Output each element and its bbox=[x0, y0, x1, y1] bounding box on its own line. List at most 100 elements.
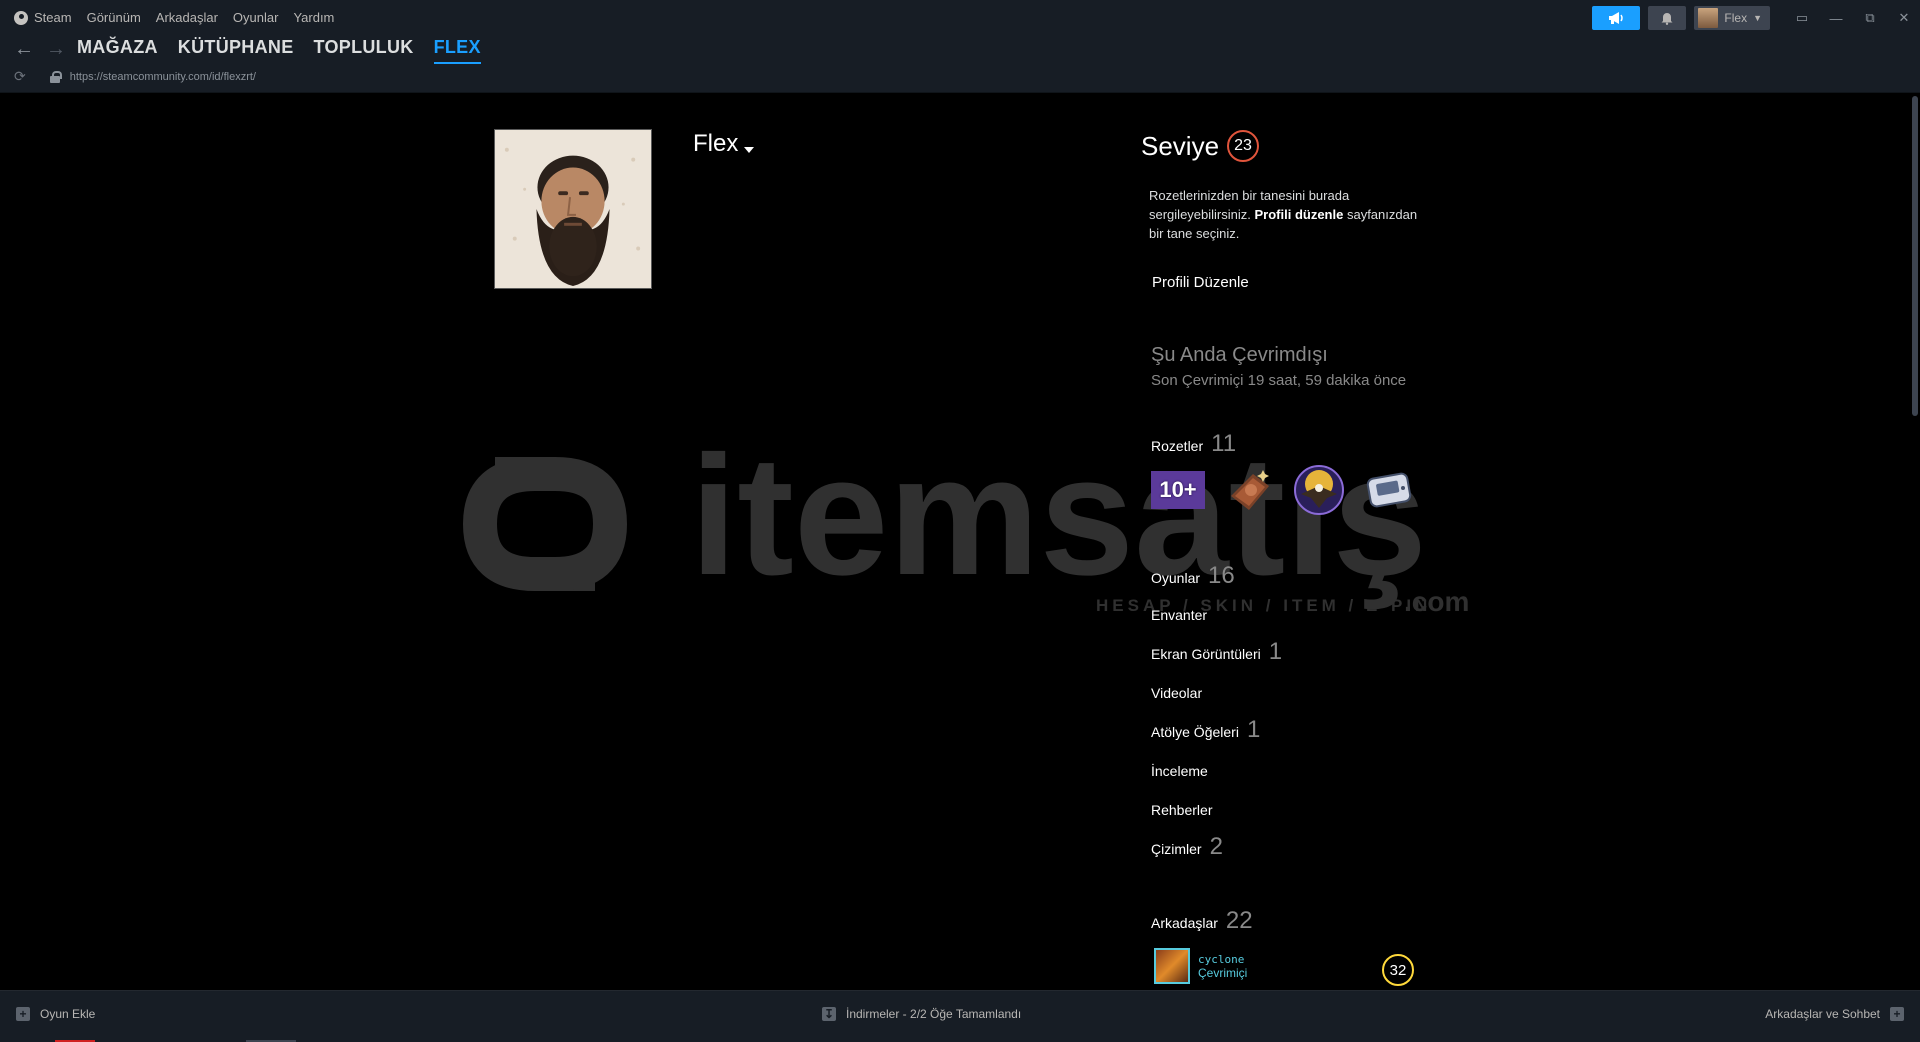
level-badge[interactable]: 23 bbox=[1227, 130, 1260, 162]
persona-name: Flex bbox=[693, 130, 739, 157]
page-scrollbar[interactable] bbox=[1912, 94, 1918, 990]
profile-avatar[interactable] bbox=[494, 129, 652, 289]
badges-link[interactable]: Rozetler 11 bbox=[1151, 430, 1236, 458]
close-button[interactable]: ✕ bbox=[1888, 6, 1920, 30]
friends-link[interactable]: Arkadaşlar 22 bbox=[1151, 907, 1253, 935]
tab-store[interactable]: MAĞAZA bbox=[77, 37, 158, 64]
menu-view[interactable]: Görünüm bbox=[87, 10, 141, 25]
menu-games[interactable]: Oyunlar bbox=[233, 10, 279, 25]
download-icon: ↧ bbox=[822, 1007, 836, 1021]
guides-link[interactable]: Rehberler bbox=[1151, 802, 1212, 818]
url-text[interactable]: https://steamcommunity.com/id/flexzrt/ bbox=[70, 71, 256, 83]
title-bar-controls: Flex ▼ ▭ — ⧉ ✕ bbox=[1592, 6, 1920, 30]
menu-friends[interactable]: Arkadaşlar bbox=[156, 10, 218, 25]
badges-count: 11 bbox=[1211, 430, 1237, 457]
device-badge[interactable] bbox=[1363, 464, 1415, 516]
eagle-badge[interactable] bbox=[1293, 464, 1345, 516]
chocolate-badge[interactable] bbox=[1223, 464, 1275, 516]
friends-icon: + bbox=[1890, 1007, 1904, 1021]
screenshots-label: Ekran Görüntüleri bbox=[1151, 646, 1261, 662]
tab-community[interactable]: TOPLULUK bbox=[314, 37, 414, 64]
caret-down-icon bbox=[744, 147, 755, 153]
menu-steam-label: Steam bbox=[34, 10, 72, 25]
games-count: 16 bbox=[1208, 562, 1235, 589]
screenshots-link[interactable]: Ekran Görüntüleri 1 bbox=[1151, 638, 1282, 666]
watermark-suffix: .com bbox=[1404, 586, 1469, 614]
persona-name-dropdown[interactable]: Flex bbox=[693, 130, 755, 158]
tab-library[interactable]: KÜTÜPHANE bbox=[178, 37, 294, 64]
workshop-link[interactable]: Atölye Öğeleri 1 bbox=[1151, 716, 1260, 744]
years-of-service-badge[interactable]: 10+ bbox=[1151, 471, 1205, 509]
bell-icon bbox=[1661, 12, 1673, 25]
badge-list: 10+ bbox=[1151, 464, 1415, 516]
friend-level-badge: 32 bbox=[1382, 954, 1414, 986]
friend-avatar bbox=[1154, 948, 1190, 984]
notifications-button[interactable] bbox=[1648, 6, 1687, 30]
friend-item[interactable]: cyclone Çevrimiçi bbox=[1154, 948, 1247, 984]
edit-profile-link[interactable]: Profili düzenle bbox=[1255, 207, 1344, 222]
badges-label: Rozetler bbox=[1151, 438, 1204, 454]
user-avatar bbox=[1698, 8, 1719, 28]
videos-link[interactable]: Videolar bbox=[1151, 685, 1202, 701]
reload-icon[interactable]: ⟳ bbox=[14, 68, 26, 85]
inventory-label: Envanter bbox=[1151, 607, 1208, 623]
profile-avatar-image bbox=[495, 130, 651, 288]
watermark-brand: itemsatış bbox=[690, 434, 1427, 611]
profile-level: Seviye 23 bbox=[1141, 130, 1260, 162]
account-menu-button[interactable]: Flex ▼ bbox=[1694, 6, 1770, 30]
friends-chat-button[interactable]: Arkadaşlar ve Sohbet + bbox=[1765, 1007, 1904, 1021]
history-arrows: ← → bbox=[14, 38, 66, 61]
menu-steam[interactable]: Steam bbox=[14, 10, 72, 25]
friends-label: Arkadaşlar bbox=[1151, 915, 1218, 931]
back-arrow-icon[interactable]: ← bbox=[14, 38, 34, 61]
downloads-button[interactable]: ↧ İndirmeler - 2/2 Öğe Tamamlandı bbox=[822, 1007, 1021, 1021]
minimize-icon: — bbox=[1829, 10, 1843, 26]
menu-bar: Steam Görünüm Arkadaşlar Oyunlar Yardım bbox=[14, 10, 334, 25]
reviews-label: İnceleme bbox=[1151, 763, 1208, 779]
workshop-label: Atölye Öğeleri bbox=[1151, 724, 1239, 740]
add-game-label: Oyun Ekle bbox=[40, 1007, 96, 1021]
artwork-link[interactable]: Çizimler 2 bbox=[1151, 833, 1223, 861]
announcements-button[interactable] bbox=[1592, 6, 1641, 30]
games-link[interactable]: Oyunlar 16 bbox=[1151, 562, 1235, 590]
navigation-bar: ← → MAĞAZA KÜTÜPHANE TOPLULUK FLEX ⟳ htt… bbox=[0, 36, 1920, 93]
close-icon: ✕ bbox=[1898, 10, 1910, 25]
steam-client-window: Steam Görünüm Arkadaşlar Oyunlar Yardım … bbox=[0, 0, 1920, 1042]
tab-profile[interactable]: FLEX bbox=[433, 37, 481, 64]
edit-profile-button[interactable]: Profili Düzenle bbox=[1146, 266, 1255, 298]
friend-status: Çevrimiçi bbox=[1198, 965, 1248, 980]
inventory-link[interactable]: Envanter bbox=[1151, 607, 1207, 623]
restore-button[interactable]: ⧉ bbox=[1854, 6, 1886, 30]
workshop-count: 1 bbox=[1246, 716, 1261, 743]
scrollbar-thumb[interactable] bbox=[1912, 96, 1918, 416]
main-tabs: MAĞAZA KÜTÜPHANE TOPLULUK FLEX bbox=[77, 37, 481, 64]
minimize-button[interactable]: — bbox=[1820, 6, 1852, 30]
friends-chat-label: Arkadaşlar ve Sohbet bbox=[1765, 1007, 1880, 1021]
menu-help[interactable]: Yardım bbox=[293, 10, 334, 25]
forward-arrow-icon[interactable]: → bbox=[46, 38, 66, 61]
chevron-down-icon: ▼ bbox=[1753, 13, 1762, 23]
url-bar: ⟳ https://steamcommunity.com/id/flexzrt/ bbox=[14, 68, 256, 85]
screenshots-count: 1 bbox=[1268, 638, 1283, 665]
lock-icon bbox=[49, 70, 62, 83]
games-label: Oyunlar bbox=[1151, 570, 1201, 586]
artwork-count: 2 bbox=[1209, 833, 1223, 860]
artwork-label: Çizimler bbox=[1151, 841, 1202, 857]
bottom-bar: + Oyun Ekle ↧ İndirmeler - 2/2 Öğe Tamam… bbox=[0, 990, 1920, 1042]
reviews-link[interactable]: İnceleme bbox=[1151, 763, 1208, 779]
big-picture-button[interactable]: ▭ bbox=[1786, 6, 1818, 30]
friends-count: 22 bbox=[1225, 907, 1253, 934]
monitor-icon: ▭ bbox=[1795, 10, 1809, 25]
watermark-logo: itemsatış HESAP / SKIN / ITEM / E-PIN .c… bbox=[462, 434, 1469, 614]
title-bar: Steam Görünüm Arkadaşlar Oyunlar Yardım … bbox=[0, 0, 1920, 36]
videos-label: Videolar bbox=[1151, 685, 1203, 701]
badge-showcase-note: Rozetlerinizden bir tanesini burada serg… bbox=[1149, 186, 1429, 243]
add-game-button[interactable]: + Oyun Ekle bbox=[16, 1007, 95, 1021]
steam-logo-icon bbox=[14, 10, 28, 25]
plus-icon: + bbox=[16, 1007, 30, 1021]
downloads-label: İndirmeler - 2/2 Öğe Tamamlandı bbox=[846, 1007, 1022, 1021]
chain-link-icon bbox=[462, 457, 628, 591]
online-status-title: Şu Anda Çevrimdışı bbox=[1151, 344, 1328, 366]
megaphone-icon bbox=[1609, 12, 1624, 24]
last-online-text: Son Çevrimiçi 19 saat, 59 dakika önce bbox=[1151, 372, 1407, 389]
